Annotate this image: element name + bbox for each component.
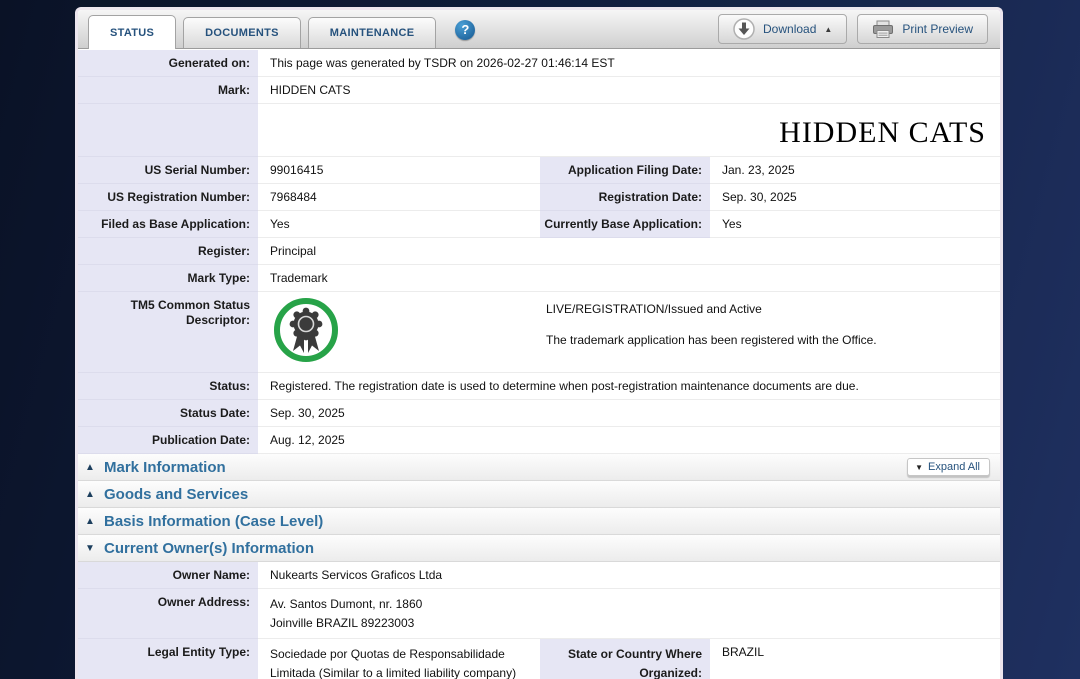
field-row-regnum-regdate: US Registration Number: 7968484 Registra… xyxy=(78,184,1000,211)
field-label: US Serial Number: xyxy=(78,157,258,184)
field-row-legal-entity: Legal Entity Type: Sociedade por Quotas … xyxy=(78,639,1000,679)
field-value: BRAZIL xyxy=(710,639,1000,679)
field-label: Owner Name: xyxy=(78,562,258,589)
field-row-owner-address: Owner Address: Av. Santos Dumont, nr. 18… xyxy=(78,589,1000,639)
field-row-status-date: Status Date: Sep. 30, 2025 xyxy=(78,400,1000,427)
field-value: Principal xyxy=(258,238,1000,265)
section-title: Current Owner(s) Information xyxy=(104,540,314,557)
section-mark-information[interactable]: ▲ Mark Information ▼ Expand All xyxy=(78,454,1000,481)
field-value: Sociedade por Quotas de Responsabilidade… xyxy=(258,639,540,679)
field-value: Nukearts Servicos Graficos Ltda xyxy=(258,562,1000,589)
field-row-base-application: Filed as Base Application: Yes Currently… xyxy=(78,211,1000,238)
section-caret-icon: ▼ xyxy=(85,543,97,554)
field-row-mark: Mark: HIDDEN CATS xyxy=(78,77,1000,104)
tm5-value-cell: LIVE/REGISTRATION/Issued and Active The … xyxy=(258,292,1000,373)
field-value: Yes xyxy=(258,211,540,238)
section-title: Goods and Services xyxy=(104,486,248,503)
field-label: Publication Date: xyxy=(78,427,258,454)
field-row-status: Status: Registered. The registration dat… xyxy=(78,373,1000,400)
mark-image-cell: HIDDEN CATS xyxy=(258,104,1000,157)
tab-status[interactable]: STATUS xyxy=(88,15,176,49)
help-icon[interactable]: ? xyxy=(455,20,475,40)
mark-image: HIDDEN CATS xyxy=(270,110,990,150)
field-value: Aug. 12, 2025 xyxy=(258,427,1000,454)
status-content: Generated on: This page was generated by… xyxy=(78,50,1000,679)
tab-strip: STATUS DOCUMENTS MAINTENANCE ? xyxy=(78,10,475,48)
tm5-text-block: LIVE/REGISTRATION/Issued and Active The … xyxy=(546,297,877,348)
section-title: Basis Information (Case Level) xyxy=(104,513,323,530)
field-label: Application Filing Date: xyxy=(540,157,710,184)
toolbar-actions: Download ▲ Print Preview xyxy=(718,10,1000,48)
field-value: 99016415 xyxy=(258,157,540,184)
field-label: Filed as Base Application: xyxy=(78,211,258,238)
expand-all-label: Expand All xyxy=(928,461,980,473)
field-label: Mark: xyxy=(78,77,258,104)
print-preview-label: Print Preview xyxy=(902,22,973,36)
owner-address-line2: Joinville BRAZIL 89223003 xyxy=(270,614,990,633)
field-label: State or Country Where Organized: xyxy=(540,639,710,679)
field-row-publication-date: Publication Date: Aug. 12, 2025 xyxy=(78,427,1000,454)
field-label-empty xyxy=(78,104,258,157)
section-goods-and-services[interactable]: ▲ Goods and Services xyxy=(78,481,1000,508)
field-row-generated-on: Generated on: This page was generated by… xyxy=(78,50,1000,77)
section-caret-icon: ▲ xyxy=(85,462,97,473)
section-basis-information[interactable]: ▲ Basis Information (Case Level) xyxy=(78,508,1000,535)
download-button[interactable]: Download ▲ xyxy=(718,14,847,44)
field-row-serial-filing: US Serial Number: 99016415 Application F… xyxy=(78,157,1000,184)
tab-documents[interactable]: DOCUMENTS xyxy=(183,17,301,48)
live-registration-badge-icon xyxy=(273,297,339,363)
field-value: Trademark xyxy=(258,265,1000,292)
download-label: Download xyxy=(763,22,816,36)
download-icon xyxy=(733,18,755,40)
field-value: Yes xyxy=(710,211,1000,238)
field-label: Status Date: xyxy=(78,400,258,427)
field-label: Registration Date: xyxy=(540,184,710,211)
expand-all-button[interactable]: ▼ Expand All xyxy=(907,458,990,476)
field-row-mark-type: Mark Type: Trademark xyxy=(78,265,1000,292)
field-label: Legal Entity Type: xyxy=(78,639,258,679)
tsdr-panel: STATUS DOCUMENTS MAINTENANCE ? Download … xyxy=(75,7,1003,679)
field-label: TM5 Common Status Descriptor: xyxy=(78,292,258,373)
owner-address-line1: Av. Santos Dumont, nr. 1860 xyxy=(270,595,990,614)
download-collapse-caret-icon: ▲ xyxy=(824,25,832,34)
field-row-register: Register: Principal xyxy=(78,238,1000,265)
field-row-owner-name: Owner Name: Nukearts Servicos Graficos L… xyxy=(78,562,1000,589)
field-label: US Registration Number: xyxy=(78,184,258,211)
field-label: Owner Address: xyxy=(78,589,258,639)
field-label: Register: xyxy=(78,238,258,265)
field-value: This page was generated by TSDR on 2026-… xyxy=(258,50,1000,77)
tm5-description: The trademark application has been regis… xyxy=(546,333,877,348)
field-value: Sep. 30, 2025 xyxy=(710,184,1000,211)
printer-icon xyxy=(872,20,894,39)
section-caret-icon: ▲ xyxy=(85,489,97,500)
section-title: Mark Information xyxy=(104,459,226,476)
tm5-status-line: LIVE/REGISTRATION/Issued and Active xyxy=(546,302,877,317)
expand-all-caret-icon: ▼ xyxy=(915,463,923,472)
section-caret-icon: ▲ xyxy=(85,516,97,527)
field-label: Currently Base Application: xyxy=(540,211,710,238)
field-label: Status: xyxy=(78,373,258,400)
field-value: Jan. 23, 2025 xyxy=(710,157,1000,184)
field-label: Mark Type: xyxy=(78,265,258,292)
print-preview-button[interactable]: Print Preview xyxy=(857,14,988,44)
field-value: 7968484 xyxy=(258,184,540,211)
toolbar: STATUS DOCUMENTS MAINTENANCE ? Download … xyxy=(78,10,1000,49)
field-label: Generated on: xyxy=(78,50,258,77)
field-value: Registered. The registration date is use… xyxy=(258,373,1000,400)
section-current-owners-information[interactable]: ▼ Current Owner(s) Information xyxy=(78,535,1000,562)
field-value: HIDDEN CATS xyxy=(258,77,1000,104)
mark-image-row: HIDDEN CATS xyxy=(78,104,1000,157)
tab-maintenance[interactable]: MAINTENANCE xyxy=(308,17,437,48)
field-row-tm5: TM5 Common Status Descriptor: xyxy=(78,292,1000,373)
field-value: Sep. 30, 2025 xyxy=(258,400,1000,427)
tm5-badge-container xyxy=(270,297,546,367)
owner-address-cell: Av. Santos Dumont, nr. 1860 Joinville BR… xyxy=(258,589,1000,639)
